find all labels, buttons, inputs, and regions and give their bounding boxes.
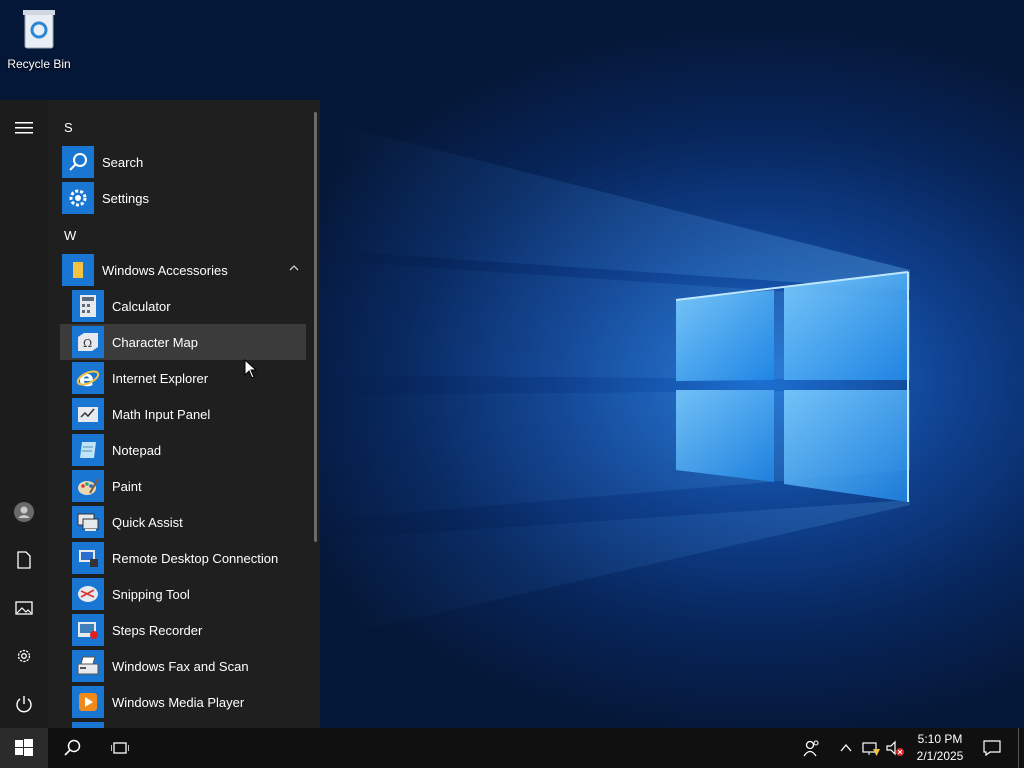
paint-icon bbox=[72, 470, 104, 502]
folder-windows-accessories[interactable]: Windows Accessories bbox=[62, 252, 306, 288]
documents-icon bbox=[17, 551, 31, 569]
app-label: Search bbox=[102, 154, 144, 170]
settings-button[interactable] bbox=[0, 632, 48, 680]
app-label: Character Map bbox=[112, 334, 198, 350]
folder-icon bbox=[62, 254, 94, 286]
show-desktop-button[interactable] bbox=[1018, 728, 1019, 768]
app-item-quick-assist[interactable]: Quick Assist bbox=[60, 504, 306, 540]
app-label: Settings bbox=[102, 190, 149, 206]
power-icon bbox=[16, 696, 32, 713]
section-header-w[interactable]: W bbox=[64, 228, 76, 243]
taskbar: 5:10 PM 2/1/2025 bbox=[0, 728, 1024, 768]
app-list: S Search Settings W Windows Accessories bbox=[48, 100, 314, 728]
app-item-internet-explorer[interactable]: e Internet Explorer bbox=[60, 360, 306, 396]
app-item-snipping-tool[interactable]: Snipping Tool bbox=[60, 576, 306, 612]
math-input-panel-icon bbox=[72, 398, 104, 430]
media-player-icon bbox=[72, 686, 104, 718]
app-item-calculator[interactable]: Calculator bbox=[60, 288, 306, 324]
snipping-tool-icon bbox=[72, 578, 104, 610]
app-item-paint[interactable]: Paint bbox=[60, 468, 306, 504]
mouse-cursor-icon bbox=[244, 359, 258, 379]
section-header-s[interactable]: S bbox=[64, 120, 73, 135]
chevron-up-icon bbox=[289, 265, 299, 271]
hamburger-menu-icon bbox=[15, 122, 33, 134]
app-label: Math Input Panel bbox=[112, 406, 211, 422]
start-menu-rail bbox=[0, 100, 48, 728]
show-hidden-icons-button[interactable] bbox=[836, 728, 856, 768]
app-label: Snipping Tool bbox=[112, 586, 190, 602]
clock-time: 5:10 PM bbox=[917, 732, 963, 746]
app-item-next[interactable] bbox=[60, 720, 306, 728]
calculator-icon bbox=[72, 290, 104, 322]
app-item-character-map[interactable]: Ω Character Map bbox=[60, 324, 306, 360]
volume-muted-icon bbox=[886, 740, 904, 756]
settings-gear-icon bbox=[17, 649, 31, 663]
svg-text:e: e bbox=[79, 367, 94, 390]
recycle-bin-desktop-icon[interactable]: Recycle Bin bbox=[4, 6, 74, 76]
notification-icon bbox=[983, 740, 1001, 756]
action-center-button[interactable] bbox=[978, 728, 1006, 768]
app-item-notepad[interactable]: Notepad bbox=[60, 432, 306, 468]
app-item-math-input-panel[interactable]: Math Input Panel bbox=[60, 396, 306, 432]
notepad-icon bbox=[72, 434, 104, 466]
app-item-fax-and-scan[interactable]: Windows Fax and Scan bbox=[60, 648, 306, 684]
power-button[interactable] bbox=[0, 680, 48, 728]
app-label: Internet Explorer bbox=[112, 370, 209, 386]
app-item-remote-desktop[interactable]: Remote Desktop Connection bbox=[60, 540, 306, 576]
svg-text:Ω: Ω bbox=[83, 337, 92, 350]
remote-desktop-icon bbox=[72, 542, 104, 574]
taskbar-search-button[interactable] bbox=[48, 728, 96, 768]
pictures-icon bbox=[15, 601, 33, 615]
start-button[interactable] bbox=[0, 728, 48, 768]
app-label: Steps Recorder bbox=[112, 622, 203, 638]
internet-explorer-icon: e bbox=[72, 362, 104, 394]
search-icon bbox=[64, 739, 81, 756]
recycle-bin-icon bbox=[23, 10, 55, 49]
fax-scan-icon bbox=[72, 650, 104, 682]
start-menu: S Search Settings W Windows Accessories bbox=[0, 100, 320, 728]
people-button[interactable] bbox=[796, 728, 826, 768]
task-view-icon bbox=[111, 742, 129, 754]
people-icon bbox=[803, 740, 819, 757]
app-item-settings[interactable]: Settings bbox=[62, 180, 306, 216]
chevron-up-icon bbox=[840, 743, 852, 752]
network-button[interactable] bbox=[860, 728, 882, 768]
folder-label: Windows Accessories bbox=[102, 262, 228, 278]
task-view-button[interactable] bbox=[96, 728, 144, 768]
quick-assist-icon bbox=[72, 506, 104, 538]
app-item-steps-recorder[interactable]: Steps Recorder bbox=[60, 612, 306, 648]
taskbar-clock[interactable]: 5:10 PM 2/1/2025 bbox=[908, 731, 972, 765]
app-list-scrollbar[interactable] bbox=[314, 112, 317, 542]
windows-start-icon bbox=[15, 739, 33, 756]
app-label: Quick Assist bbox=[112, 514, 183, 530]
app-label: Remote Desktop Connection bbox=[112, 550, 279, 566]
app-item-search[interactable]: Search bbox=[62, 144, 306, 180]
expand-menu-button[interactable] bbox=[0, 104, 48, 152]
user-avatar-icon bbox=[14, 502, 34, 522]
steps-recorder-icon bbox=[72, 614, 104, 646]
app-label: Windows Fax and Scan bbox=[112, 658, 249, 674]
app-label: Notepad bbox=[112, 442, 162, 458]
app-label: Paint bbox=[112, 478, 142, 494]
app-item-media-player[interactable]: Windows Media Player bbox=[60, 684, 306, 720]
network-icon bbox=[862, 742, 880, 756]
app-label: Windows Media Player bbox=[112, 694, 245, 710]
character-map-icon: Ω bbox=[72, 326, 104, 358]
documents-button[interactable] bbox=[0, 536, 48, 584]
gear-icon bbox=[62, 182, 94, 214]
user-account-button[interactable] bbox=[0, 488, 48, 536]
clock-date: 2/1/2025 bbox=[916, 749, 964, 763]
volume-button[interactable] bbox=[884, 728, 906, 768]
app-label: Calculator bbox=[112, 298, 171, 314]
search-icon bbox=[62, 146, 94, 178]
pictures-button[interactable] bbox=[0, 584, 48, 632]
recycle-bin-label: Recycle Bin bbox=[7, 57, 71, 71]
